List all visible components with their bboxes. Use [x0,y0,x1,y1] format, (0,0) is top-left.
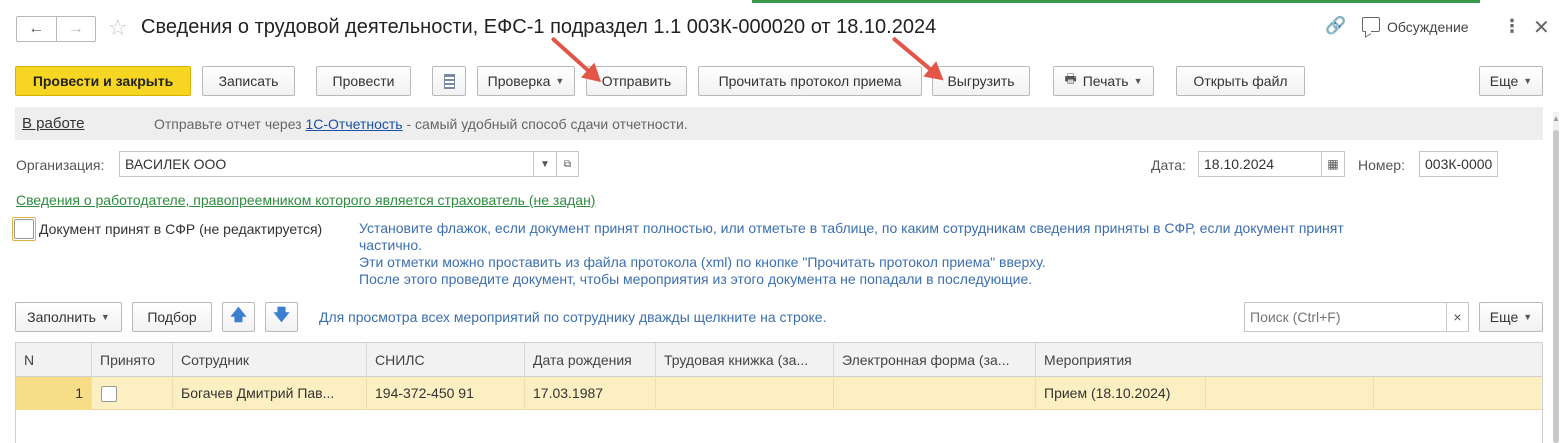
cell-snils: 194-372-450 91 [367,377,525,410]
move-down-button[interactable]: 🡇 [265,302,298,332]
discussion-button[interactable]: Обсуждение [1387,19,1469,35]
check-dropdown-button[interactable]: Проверка ▼ [477,66,575,96]
date-field[interactable]: 18.10.2024 [1198,151,1322,177]
open-file-button[interactable]: Открыть файл [1176,66,1305,96]
chevron-down-icon: ▼ [100,312,110,322]
fill-label: Заполнить [27,309,96,325]
post-and-close-label: Провести и закрыть [32,73,174,89]
column-header-accepted[interactable]: Принято [92,343,173,377]
accepted-checkbox[interactable] [14,219,34,239]
cell-empty [1206,377,1374,410]
hint-line: частично. [359,237,423,253]
cell-empty [1374,377,1544,410]
cell-events: Прием (18.10.2024) [1036,377,1206,410]
number-label: Номер: [1358,157,1405,173]
hint-line: После этого проведите документ, чтобы ме… [359,271,1033,287]
column-header-snils[interactable]: СНИЛС [367,343,525,377]
favorite-star-icon[interactable]: ☆ [108,15,128,41]
export-label: Выгрузить [947,73,1015,89]
cell-work-book [656,377,834,410]
pick-button[interactable]: Подбор [132,302,212,332]
cell-birth-date: 17.03.1987 [525,377,656,410]
column-header-eform[interactable]: Электронная форма (за... [834,343,1036,377]
back-button[interactable]: ← [17,17,56,41]
chevron-down-icon: ▼ [555,76,565,86]
search-input[interactable] [1244,302,1447,332]
date-label: Дата: [1151,157,1186,173]
check-label: Проверка [487,73,551,89]
column-header-n[interactable]: N [16,343,92,377]
table-row[interactable]: 1 Богачев Дмитрий Пав... 194-372-450 91 … [16,377,1542,410]
employees-table: N Принято Сотрудник СНИЛС Дата рождения … [15,342,1543,443]
table-header: N Принято Сотрудник СНИЛС Дата рождения … [16,343,1542,377]
info-text: Отправьте отчет через 1С-Отчетность - са… [154,116,688,132]
link-icon[interactable]: 🔗 [1325,16,1346,36]
column-header-events[interactable]: Мероприятия [1036,343,1544,377]
read-protocol-button[interactable]: Прочитать протокол приема [698,66,922,96]
column-header-work-book[interactable]: Трудовая книжка (за... [656,343,834,377]
more-dropdown-button[interactable]: Еще ▼ [1479,66,1543,96]
org-label: Организация: [16,157,105,173]
printer-icon: 🖶 [1064,71,1077,86]
print-dropdown-button[interactable]: 🖶 Печать ▼ [1053,66,1154,96]
arrow-down-icon: 🡇 [273,306,290,324]
reporting-link[interactable]: 1С-Отчетность [305,116,402,132]
report-icon [443,73,455,89]
move-up-button[interactable]: 🡅 [222,302,255,332]
post-and-close-button[interactable]: Провести и закрыть [15,66,191,96]
column-header-birth-date[interactable]: Дата рождения [525,343,656,377]
info-text-before: Отправьте отчет через [154,116,306,132]
post-button[interactable]: Провести [316,66,411,96]
fill-dropdown-button[interactable]: Заполнить ▼ [15,302,122,332]
open-file-label: Открыть файл [1193,73,1288,89]
number-field[interactable]: 003К-0000 [1419,151,1498,177]
print-label: Печать [1082,73,1129,89]
employer-info-link[interactable]: Сведения о работодателе, правопреемником… [16,192,595,208]
hint-text: Установите флажок, если документ принят … [359,220,1439,288]
table-more-label: Еще [1489,309,1519,325]
row-accepted-checkbox[interactable] [101,386,117,402]
close-icon[interactable]: ✕ [1533,15,1550,40]
more-actions-icon[interactable]: ⋮ [1503,16,1521,37]
top-accent-line [752,0,1480,3]
post-label: Провести [332,73,395,89]
info-text-after: - самый удобный способ сдачи отчетности. [402,116,688,132]
chevron-down-icon: ▼ [1523,312,1533,322]
column-header-employee[interactable]: Сотрудник [173,343,367,377]
save-button[interactable]: Записать [202,66,295,96]
org-dropdown-icon[interactable]: ▼ [533,151,557,177]
read-protocol-label: Прочитать протокол приема [718,73,902,89]
status-link[interactable]: В работе [22,115,85,132]
arrow-up-icon: 🡅 [230,306,247,324]
nav-group: ← → [16,16,96,42]
cell-employee: Богачев Дмитрий Пав... [173,377,367,410]
discussion-icon[interactable] [1362,17,1380,32]
org-open-icon[interactable]: ⧉ [556,151,579,177]
cell-accepted [92,377,173,410]
hint-line: Эти отметки можно проставить из файла пр… [359,254,1046,270]
pick-label: Подбор [147,309,197,325]
table-more-dropdown-button[interactable]: Еще ▼ [1479,302,1543,332]
chevron-down-icon: ▼ [1133,76,1143,86]
more-label: Еще [1489,73,1519,89]
send-label: Отправить [601,73,672,89]
table-hint: Для просмотра всех мероприятий по сотруд… [319,309,827,325]
clear-search-button[interactable]: × [1446,302,1469,332]
report-button[interactable] [432,66,466,96]
forward-button[interactable]: → [55,17,96,41]
window-title: Сведения о трудовой деятельности, ЕФС-1 … [141,16,937,38]
save-label: Записать [218,73,279,89]
cell-eform [834,377,1036,410]
hint-line: Установите флажок, если документ принят … [359,220,1344,236]
vertical-scrollbar-thumb[interactable] [1553,130,1559,443]
cell-n: 1 [16,377,92,410]
accepted-label: Документ принят в СФР (не редактируется) [39,221,323,237]
calendar-icon[interactable]: ▦ [1321,151,1345,177]
org-field[interactable]: ВАСИЛЕК ООО [119,151,534,177]
scroll-up-icon[interactable]: ▲ [1552,114,1560,123]
chevron-down-icon: ▼ [1523,76,1533,86]
